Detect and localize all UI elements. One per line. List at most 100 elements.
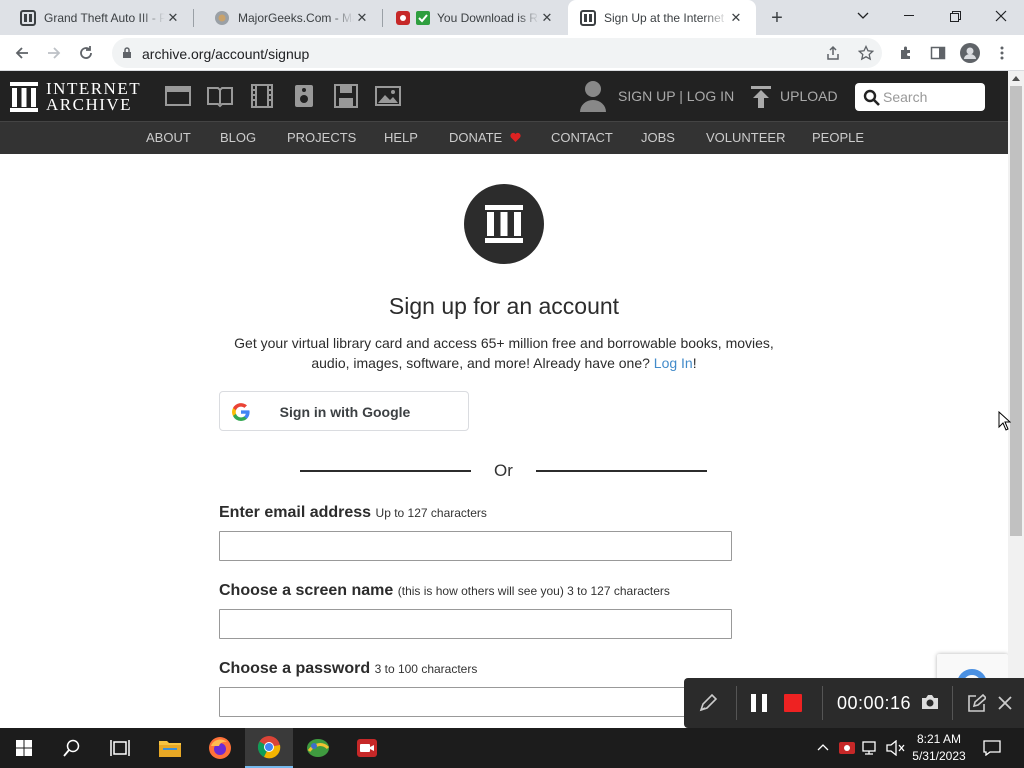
reload-button[interactable] [72, 39, 100, 67]
minimize-button[interactable] [886, 0, 932, 32]
task-view-button[interactable] [96, 728, 144, 768]
address-bar[interactable]: archive.org/account/signup [112, 38, 882, 68]
recording-timer: 00:00:16 [837, 693, 912, 713]
chrome-button[interactable] [245, 728, 293, 768]
nav-projects[interactable]: PROJECTS [287, 130, 356, 145]
login-link[interactable]: Log In [654, 355, 693, 371]
extensions-button[interactable] [892, 39, 920, 67]
user-icon[interactable] [580, 80, 606, 112]
site-search-input[interactable]: Search [855, 83, 985, 111]
close-tab-icon[interactable]: ✕ [539, 10, 555, 26]
nav-help[interactable]: HELP [384, 130, 418, 145]
signup-page: Sign up for an account Get your virtual … [0, 154, 1008, 728]
nav-jobs[interactable]: JOBS [641, 130, 675, 145]
nav-contact[interactable]: CONTACT [551, 130, 613, 145]
search-icon [863, 89, 880, 106]
email-hint: Up to 127 characters [375, 506, 487, 520]
forward-arrow-icon [48, 47, 61, 59]
google-signin-button[interactable]: Sign in with Google [219, 391, 469, 431]
app-button[interactable] [294, 728, 342, 768]
software-icon[interactable] [333, 84, 359, 108]
screen-name-field[interactable] [219, 609, 732, 639]
forward-button[interactable] [40, 39, 68, 67]
email-field[interactable] [219, 531, 732, 561]
page-icon [20, 9, 36, 26]
close-tab-icon[interactable]: ✕ [354, 10, 370, 26]
clock-time: 8:21 AM [916, 732, 962, 746]
bookmark-star-icon[interactable] [858, 45, 874, 61]
restore-icon [949, 10, 961, 22]
stop-record-icon[interactable] [784, 694, 802, 712]
pen-icon[interactable] [698, 693, 718, 713]
email-label: Enter email address Up to 127 characters [219, 504, 487, 522]
new-tab-button[interactable]: + [765, 6, 789, 30]
nav-people[interactable]: PEOPLE [812, 130, 864, 145]
password-field[interactable] [219, 687, 732, 717]
share-icon[interactable] [825, 45, 841, 61]
signup-login-link[interactable]: SIGN UP | LOG IN [618, 88, 734, 104]
nav-volunteer[interactable]: VOLUNTEER [706, 130, 785, 145]
profile-button[interactable] [956, 39, 984, 67]
windows-taskbar: 8:21 AM 5/31/2023 [0, 728, 1024, 768]
start-button[interactable] [0, 728, 48, 768]
scrollbar-thumb[interactable] [1010, 86, 1022, 536]
notification-icon[interactable] [983, 740, 1001, 756]
camera-icon[interactable] [921, 694, 939, 710]
description-line1: Get your virtual library card and access… [234, 335, 774, 351]
divider-left [300, 470, 471, 472]
restore-button[interactable] [932, 0, 978, 32]
pause-icon[interactable] [751, 694, 767, 712]
firefox-icon [209, 737, 231, 759]
site-header: INTERNET ARCHIVE SIGN UP | LOG IN UPLOAD… [0, 71, 1008, 121]
clock[interactable]: 8:21 AM 5/31/2023 [910, 731, 968, 765]
nav-about[interactable]: ABOUT [146, 130, 191, 145]
or-separator: Or [494, 461, 513, 480]
url-text: archive.org/account/signup [142, 46, 310, 62]
firefox-button[interactable] [196, 728, 244, 768]
audio-icon[interactable] [291, 84, 317, 108]
tab-gta3[interactable]: Grand Theft Auto III - P ✕ [0, 0, 193, 35]
close-tab-icon[interactable]: ✕ [165, 10, 181, 26]
close-tab-icon[interactable]: ✕ [728, 10, 744, 26]
upload-link[interactable]: UPLOAD [780, 88, 838, 104]
password-hint: 3 to 100 characters [374, 662, 478, 676]
tab-majorgeeks[interactable]: MajorGeeks.Com - Maj ✕ [194, 0, 382, 35]
close-window-button[interactable] [978, 0, 1024, 32]
texts-icon[interactable] [207, 84, 233, 108]
screen-name-label: Choose a screen name (this is how others… [219, 582, 670, 600]
windows-logo-icon [16, 740, 32, 756]
recording-tray-icon[interactable] [838, 740, 856, 756]
search-button[interactable] [48, 728, 96, 768]
nav-blog[interactable]: BLOG [220, 130, 256, 145]
menu-button[interactable] [988, 39, 1016, 67]
page-title: Sign up for an account [388, 293, 620, 319]
file-explorer-button[interactable] [146, 728, 194, 768]
ia-logo[interactable]: INTERNET ARCHIVE [10, 80, 141, 114]
chevron-up-icon[interactable] [817, 743, 829, 751]
close-icon[interactable] [998, 696, 1012, 710]
tab-download[interactable]: You Download is Re ✕ [383, 0, 567, 35]
edit-export-icon[interactable] [968, 694, 986, 712]
checkmark-icon [416, 10, 430, 25]
tab-title: MajorGeeks.Com - Maj [238, 10, 354, 25]
network-icon[interactable] [862, 741, 880, 755]
video-icon[interactable] [249, 84, 275, 108]
side-panel-button[interactable] [924, 39, 952, 67]
tab-signup[interactable]: Sign Up at the Internet ✕ [568, 0, 756, 35]
tab-search-button[interactable] [840, 0, 886, 32]
folder-icon [159, 741, 181, 757]
search-icon [63, 739, 80, 757]
nav-donate[interactable]: DONATE [449, 130, 521, 145]
password-label: Choose a password 3 to 100 characters [219, 660, 477, 678]
scroll-up-arrow-icon[interactable] [1012, 75, 1020, 81]
recorder-app-button[interactable] [343, 728, 391, 768]
task-view-icon [110, 740, 130, 756]
images-icon[interactable] [375, 84, 401, 108]
page-description: Get your virtual library card and access… [0, 333, 1008, 373]
web-icon[interactable] [165, 84, 191, 108]
volume-muted-icon[interactable] [886, 740, 906, 756]
logo-text-line2: ARCHIVE [46, 95, 133, 114]
divider-right [536, 470, 707, 472]
back-button[interactable] [8, 39, 36, 67]
upload-icon[interactable] [751, 86, 771, 108]
